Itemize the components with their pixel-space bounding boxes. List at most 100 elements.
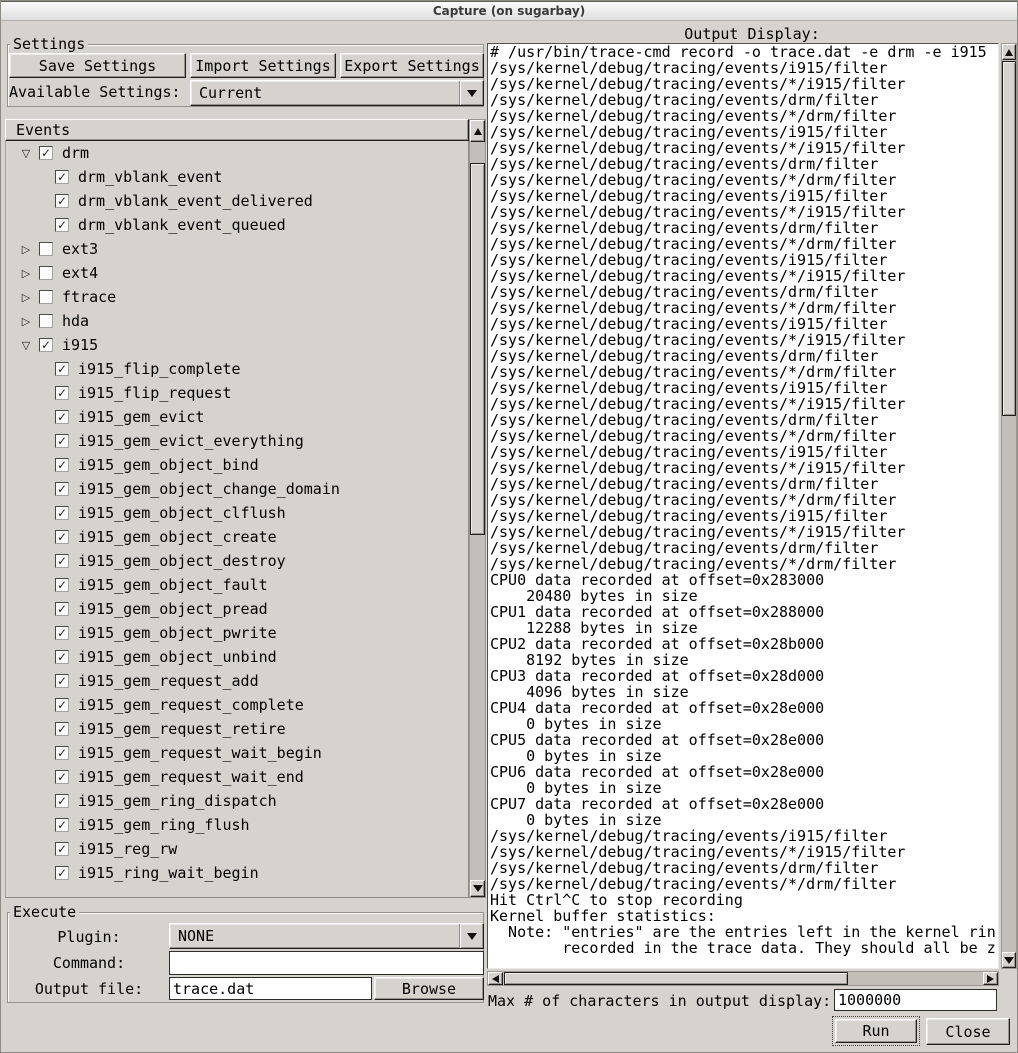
event-checkbox[interactable]: ✓ xyxy=(55,170,69,184)
event-checkbox[interactable]: ✓ xyxy=(55,866,69,880)
event-row-i915_gem_object_clflush[interactable]: ✓ i915_gem_object_clflush xyxy=(6,501,468,525)
scroll-right-button[interactable] xyxy=(983,972,998,985)
event-row-i915_gem_object_bind[interactable]: ✓i915_gem_object_bind xyxy=(6,453,468,477)
event-row-hda[interactable]: ▷hda xyxy=(6,309,468,333)
events-scrollbar-thumb[interactable] xyxy=(470,163,485,535)
command-input[interactable] xyxy=(169,951,484,975)
event-row-i915_gem_request_retire[interactable]: ✓i915_gem_request_retire xyxy=(6,717,468,741)
browse-button[interactable]: Browse xyxy=(374,977,484,1000)
event-checkbox[interactable]: ✓ xyxy=(55,794,69,808)
event-row-i915_gem_request_complete[interactable]: ✓i915_gem_request_complete xyxy=(6,693,468,717)
event-checkbox[interactable]: ✓ xyxy=(55,506,69,520)
event-checkbox[interactable]: ✓ xyxy=(55,530,69,544)
event-checkbox[interactable]: ✓ xyxy=(55,194,69,208)
event-row-i915_gem_object_fault[interactable]: ✓i915_gem_object_fault xyxy=(6,573,468,597)
event-checkbox[interactable]: ✓ xyxy=(55,362,69,376)
event-row-ext3[interactable]: ▷ext3 xyxy=(6,237,468,261)
event-row-i915_gem_evict_everything[interactable]: ✓i915_gem_evict_everything xyxy=(6,429,468,453)
scroll-up-button[interactable] xyxy=(470,120,485,142)
close-button[interactable]: Close xyxy=(926,1018,1010,1045)
expander-open-icon[interactable]: ▽ xyxy=(19,339,33,352)
output-vscrollbar-thumb[interactable] xyxy=(1002,61,1016,416)
available-settings-combo[interactable]: Current xyxy=(190,80,484,106)
event-row-i915_flip_complete[interactable]: ✓i915_flip_complete xyxy=(6,357,468,381)
event-checkbox[interactable] xyxy=(39,314,53,328)
event-row-i915_reg_rw[interactable]: ✓ i915_reg_rw xyxy=(6,837,468,861)
event-checkbox[interactable]: ✓ xyxy=(55,386,69,400)
event-row-i915_gem_object_pwrite[interactable]: ✓i915_gem_object_pwrite xyxy=(6,621,468,645)
event-row-i915[interactable]: ▽✓i915 xyxy=(6,333,468,357)
event-checkbox[interactable]: ✓ xyxy=(55,602,69,616)
event-checkbox[interactable]: ✓ xyxy=(55,434,69,448)
event-checkbox[interactable]: ✓ xyxy=(55,818,69,832)
arrow-up-icon xyxy=(1005,49,1013,56)
output-vscrollbar[interactable] xyxy=(1001,43,1017,969)
event-row-i915_gem_request_add[interactable]: ✓ i915_gem_request_add xyxy=(6,669,468,693)
plugin-combo[interactable]: NONE xyxy=(169,923,484,949)
scroll-up-button[interactable] xyxy=(1002,44,1016,60)
expander-closed-icon[interactable]: ▷ xyxy=(19,291,33,304)
event-checkbox[interactable]: ✓ xyxy=(55,410,69,424)
event-checkbox[interactable]: ✓ xyxy=(55,650,69,664)
save-settings-button[interactable]: Save Settings xyxy=(9,53,186,78)
event-checkbox[interactable] xyxy=(39,242,53,256)
event-checkbox[interactable] xyxy=(39,266,53,280)
events-scrollbar[interactable] xyxy=(469,119,486,898)
event-row-i915_gem_object_unbind[interactable]: ✓i915_gem_object_unbind xyxy=(6,645,468,669)
event-row-i915_gem_ring_dispatch[interactable]: ✓i915_gem_ring_dispatch xyxy=(6,789,468,813)
output-hscrollbar[interactable] xyxy=(487,971,999,986)
event-row-i915_gem_ring_flush[interactable]: ✓ i915_gem_ring_flush xyxy=(6,813,468,837)
event-row-i915_gem_object_destroy[interactable]: ✓i915_gem_object_destroy xyxy=(6,549,468,573)
event-row-drm_vblank_event_delivered[interactable]: ✓drm_vblank_event_delivered xyxy=(6,189,468,213)
window-titlebar[interactable]: Capture (on sugarbay) xyxy=(1,1,1017,21)
event-row-i915_gem_evict[interactable]: ✓i915_gem_evict xyxy=(6,405,468,429)
event-checkbox[interactable]: ✓ xyxy=(55,482,69,496)
event-row-i915_gem_object_create[interactable]: ✓i915_gem_object_create xyxy=(6,525,468,549)
event-row-drm_vblank_event[interactable]: ✓drm_vblank_event xyxy=(6,165,468,189)
event-checkbox[interactable]: ✓ xyxy=(55,554,69,568)
event-checkbox[interactable]: ✓ xyxy=(55,626,69,640)
event-checkbox[interactable]: ✓ xyxy=(55,770,69,784)
scroll-down-button[interactable] xyxy=(470,880,485,897)
expander-open-icon[interactable]: ▽ xyxy=(19,147,33,160)
event-checkbox[interactable] xyxy=(39,290,53,304)
event-row-i915_gem_object_change_domain[interactable]: ✓i915_gem_object_change_domain xyxy=(6,477,468,501)
event-checkbox[interactable]: ✓ xyxy=(55,746,69,760)
export-settings-button[interactable]: Export Settings xyxy=(340,53,484,78)
max-chars-input[interactable] xyxy=(834,989,997,1011)
event-row-i915_gem_request_wait_begin[interactable]: ✓ i915_gem_request_wait_begin xyxy=(6,741,468,765)
event-label: i915_gem_request_wait_begin xyxy=(78,744,322,762)
event-label: i915_gem_ring_flush xyxy=(78,816,250,834)
event-label: i915_reg_rw xyxy=(78,840,177,858)
event-label: i915_gem_request_add xyxy=(78,672,259,690)
expander-closed-icon[interactable]: ▷ xyxy=(19,243,33,256)
expander-closed-icon[interactable]: ▷ xyxy=(19,315,33,328)
event-row-drm[interactable]: ▽✓drm xyxy=(6,141,468,165)
output-text: # /usr/bin/trace-cmd record -o trace.dat… xyxy=(488,44,998,956)
run-button[interactable]: Run xyxy=(835,1019,917,1043)
event-checkbox[interactable]: ✓ xyxy=(55,578,69,592)
event-checkbox[interactable]: ✓ xyxy=(55,842,69,856)
event-checkbox[interactable]: ✓ xyxy=(39,338,53,352)
event-checkbox[interactable]: ✓ xyxy=(55,722,69,736)
event-row-ftrace[interactable]: ▷ftrace xyxy=(6,285,468,309)
import-settings-button[interactable]: Import Settings xyxy=(190,53,336,78)
scroll-down-button[interactable] xyxy=(1002,952,1016,968)
event-row-ext4[interactable]: ▷ext4 xyxy=(6,261,468,285)
event-checkbox[interactable]: ✓ xyxy=(55,458,69,472)
events-column-header[interactable]: Events xyxy=(5,119,469,141)
output-hscrollbar-thumb[interactable] xyxy=(504,972,848,985)
event-checkbox[interactable]: ✓ xyxy=(55,218,69,232)
event-row-i915_gem_object_pread[interactable]: ✓i915_gem_object_pread xyxy=(6,597,468,621)
scroll-left-button[interactable] xyxy=(488,972,503,985)
event-row-i915_gem_request_wait_end[interactable]: ✓i915_gem_request_wait_end xyxy=(6,765,468,789)
output-file-input[interactable] xyxy=(169,977,372,1000)
event-label: i915_gem_object_clflush xyxy=(78,504,286,522)
event-row-drm_vblank_event_queued[interactable]: ✓drm_vblank_event_queued xyxy=(6,213,468,237)
event-checkbox[interactable]: ✓ xyxy=(39,146,53,160)
event-row-i915_flip_request[interactable]: ✓i915_flip_request xyxy=(6,381,468,405)
expander-closed-icon[interactable]: ▷ xyxy=(19,267,33,280)
event-row-i915_ring_wait_begin[interactable]: ✓i915_ring_wait_begin xyxy=(6,861,468,885)
event-checkbox[interactable]: ✓ xyxy=(55,698,69,712)
event-checkbox[interactable]: ✓ xyxy=(55,674,69,688)
